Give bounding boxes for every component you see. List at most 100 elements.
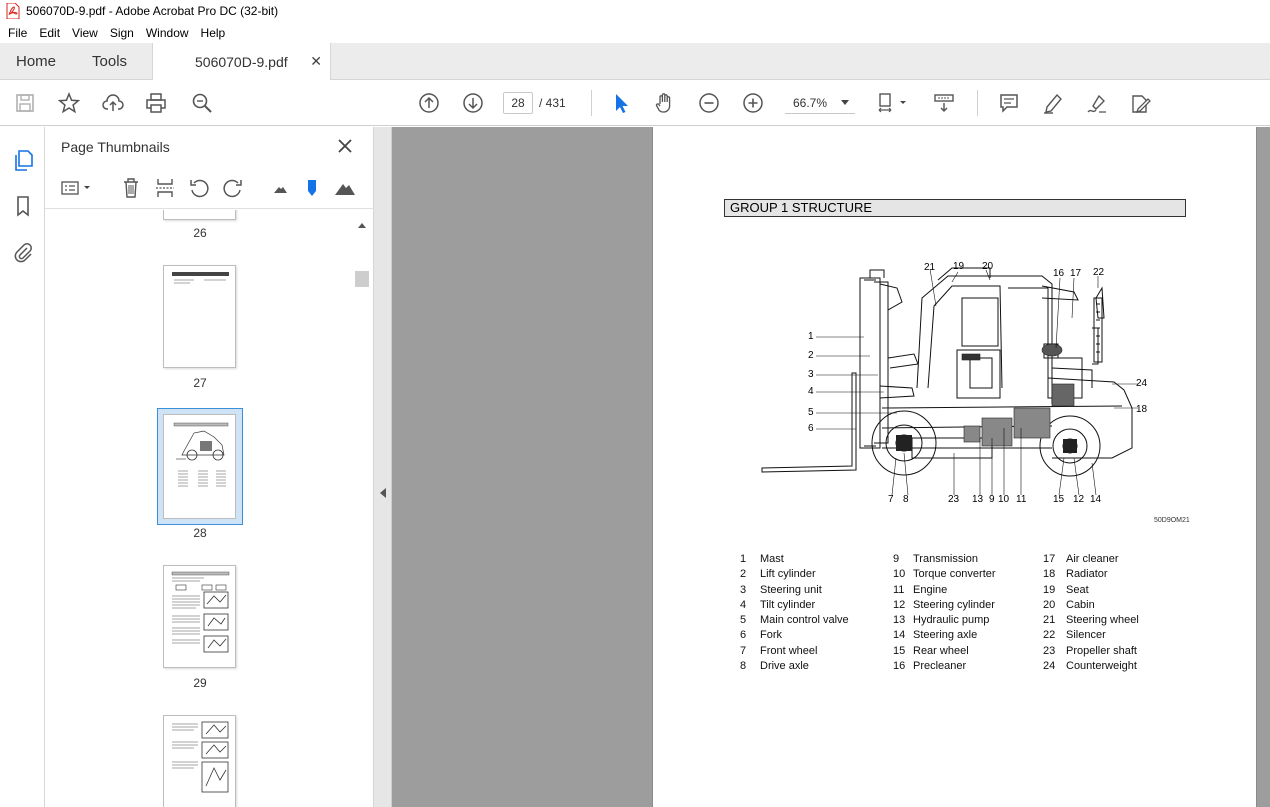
- forklift-diagram: [761, 267, 1138, 496]
- acrobat-pdf-icon: [6, 3, 20, 19]
- close-tab-icon[interactable]: ✕: [310, 53, 322, 70]
- legend-column-1: 1 Mast 2 Lift cylinder 3 Steering unit 4 Til…: [740, 552, 849, 674]
- scroll-mode-icon: [934, 94, 954, 112]
- tab-home[interactable]: Home: [0, 43, 72, 80]
- attachments-button[interactable]: [10, 239, 36, 265]
- chevron-down-icon: [841, 100, 849, 105]
- bookmarks-button[interactable]: [10, 193, 36, 219]
- panel-title: Page Thumbnails: [61, 139, 170, 155]
- rotate-left-icon: [190, 179, 209, 198]
- legend-item: 9 Transmission: [893, 553, 978, 565]
- left-rail: [0, 127, 45, 807]
- callout-label: 4: [808, 386, 814, 397]
- zoom-search-icon: [192, 93, 212, 113]
- cursor-arrow-icon: [616, 94, 628, 113]
- legend-column-3: 17 Air cleaner 18 Radiator 19 Seat 20 Cabin …: [1043, 552, 1139, 674]
- title-bar: 506070D-9.pdf - Adobe Acrobat Pro DC (32…: [0, 0, 1270, 22]
- legend-item: 20 Cabin: [1043, 598, 1095, 611]
- highlight-button[interactable]: [1040, 90, 1066, 116]
- larger-thumbnails-button[interactable]: [333, 176, 357, 200]
- legend-item: 12 Steering cylinder: [893, 598, 995, 611]
- legend-item: 8 Drive axle: [740, 660, 809, 673]
- legend-item: 3 Steering unit: [740, 583, 822, 596]
- comment-button[interactable]: [996, 90, 1022, 116]
- menu-edit[interactable]: Edit: [33, 26, 66, 40]
- options-menu-button[interactable]: [59, 176, 95, 200]
- callout-label: 1: [808, 331, 814, 342]
- highlighter-pen-icon: [1044, 93, 1062, 114]
- thumbnail-page-27[interactable]: [163, 265, 236, 368]
- callout-label: 22: [1093, 267, 1105, 278]
- next-page-button[interactable]: [460, 90, 486, 116]
- legend-item: 22 Silencer: [1043, 629, 1106, 642]
- legend-item: 18 Radiator: [1043, 568, 1108, 581]
- find-button[interactable]: [189, 90, 215, 116]
- print-button[interactable]: [143, 90, 169, 116]
- legend-item: 13 Hydraulic pump: [893, 614, 990, 627]
- printer-icon: [146, 93, 166, 113]
- delete-page-button[interactable]: [119, 176, 143, 200]
- page-preview: [171, 571, 230, 653]
- page-number-input[interactable]: [503, 92, 533, 114]
- previous-page-button[interactable]: [416, 90, 442, 116]
- callout-label: 13: [972, 494, 984, 505]
- callout-label: 5: [808, 407, 814, 418]
- callout-label: 2: [808, 350, 814, 361]
- menu-window[interactable]: Window: [140, 26, 195, 40]
- upload-button[interactable]: [100, 90, 126, 116]
- sign-button[interactable]: [1084, 90, 1110, 116]
- thumbnail-page-26[interactable]: [163, 210, 236, 220]
- callout-label: 6: [808, 423, 814, 434]
- scrollbar-thumb[interactable]: [355, 271, 369, 287]
- thumbnails-toolbar: [45, 167, 374, 209]
- callout-label: 12: [1073, 494, 1085, 505]
- thumbnail-page-30[interactable]: [163, 715, 236, 807]
- close-icon[interactable]: [335, 136, 355, 156]
- callout-label: 14: [1090, 494, 1102, 505]
- thumbnail-page-28[interactable]: [163, 414, 236, 519]
- menu-file[interactable]: File: [2, 26, 33, 40]
- zoom-in-button[interactable]: [740, 90, 766, 116]
- select-tool-button[interactable]: [608, 90, 634, 116]
- panel-collapse-handle[interactable]: [374, 127, 392, 807]
- save-button[interactable]: [12, 90, 38, 116]
- legend-item: 10 Torque converter: [893, 568, 996, 581]
- insert-page-button[interactable]: [153, 176, 177, 200]
- page-thumbnails-button[interactable]: [10, 147, 36, 173]
- scroll-mode-button[interactable]: [931, 90, 957, 116]
- callout-label: 15: [1053, 494, 1065, 505]
- page-fit-dropdown[interactable]: [874, 90, 910, 116]
- thumbnail-list: 26 27 28 29: [45, 210, 351, 807]
- rotate-clockwise-button[interactable]: [221, 176, 245, 200]
- thumbnail-scrollbar[interactable]: [350, 217, 369, 807]
- legend-item: 19 Seat: [1043, 583, 1089, 596]
- slider-handle-icon: [308, 180, 316, 196]
- callout-label: 19: [953, 261, 965, 272]
- tab-tools[interactable]: Tools: [72, 43, 143, 80]
- scroll-up-icon[interactable]: [358, 223, 366, 228]
- menu-sign[interactable]: Sign: [104, 26, 140, 40]
- legend-item: 5 Main control valve: [740, 614, 849, 627]
- tab-document-label: 506070D-9.pdf: [195, 53, 288, 70]
- hand-icon: [655, 93, 671, 113]
- pages-icon: [15, 150, 33, 171]
- tab-document[interactable]: 506070D-9.pdf ✕: [152, 43, 331, 80]
- window-title: 506070D-9.pdf - Adobe Acrobat Pro DC (32…: [26, 4, 279, 18]
- plus-circle-icon: [743, 93, 763, 113]
- thumbnail-page-29[interactable]: [163, 565, 236, 668]
- chevron-left-icon[interactable]: [380, 488, 386, 498]
- thumbnail-size-slider[interactable]: [300, 176, 324, 200]
- bookmark-star-button[interactable]: [56, 90, 82, 116]
- main-toolbar: [0, 80, 1270, 126]
- menu-help[interactable]: Help: [195, 26, 232, 40]
- thumbnail-label: 27: [193, 376, 207, 390]
- fill-sign-button[interactable]: [1127, 90, 1153, 116]
- hand-tool-button[interactable]: [652, 90, 678, 116]
- zoom-out-button[interactable]: [696, 90, 722, 116]
- thumbnail-label: 29: [193, 676, 207, 690]
- menu-view[interactable]: View: [66, 26, 104, 40]
- zoom-level-dropdown[interactable]: 66.7%: [785, 92, 855, 114]
- legend-item: 15 Rear wheel: [893, 644, 969, 657]
- smaller-thumbnails-button[interactable]: [268, 176, 292, 200]
- rotate-counterclockwise-button[interactable]: [187, 176, 211, 200]
